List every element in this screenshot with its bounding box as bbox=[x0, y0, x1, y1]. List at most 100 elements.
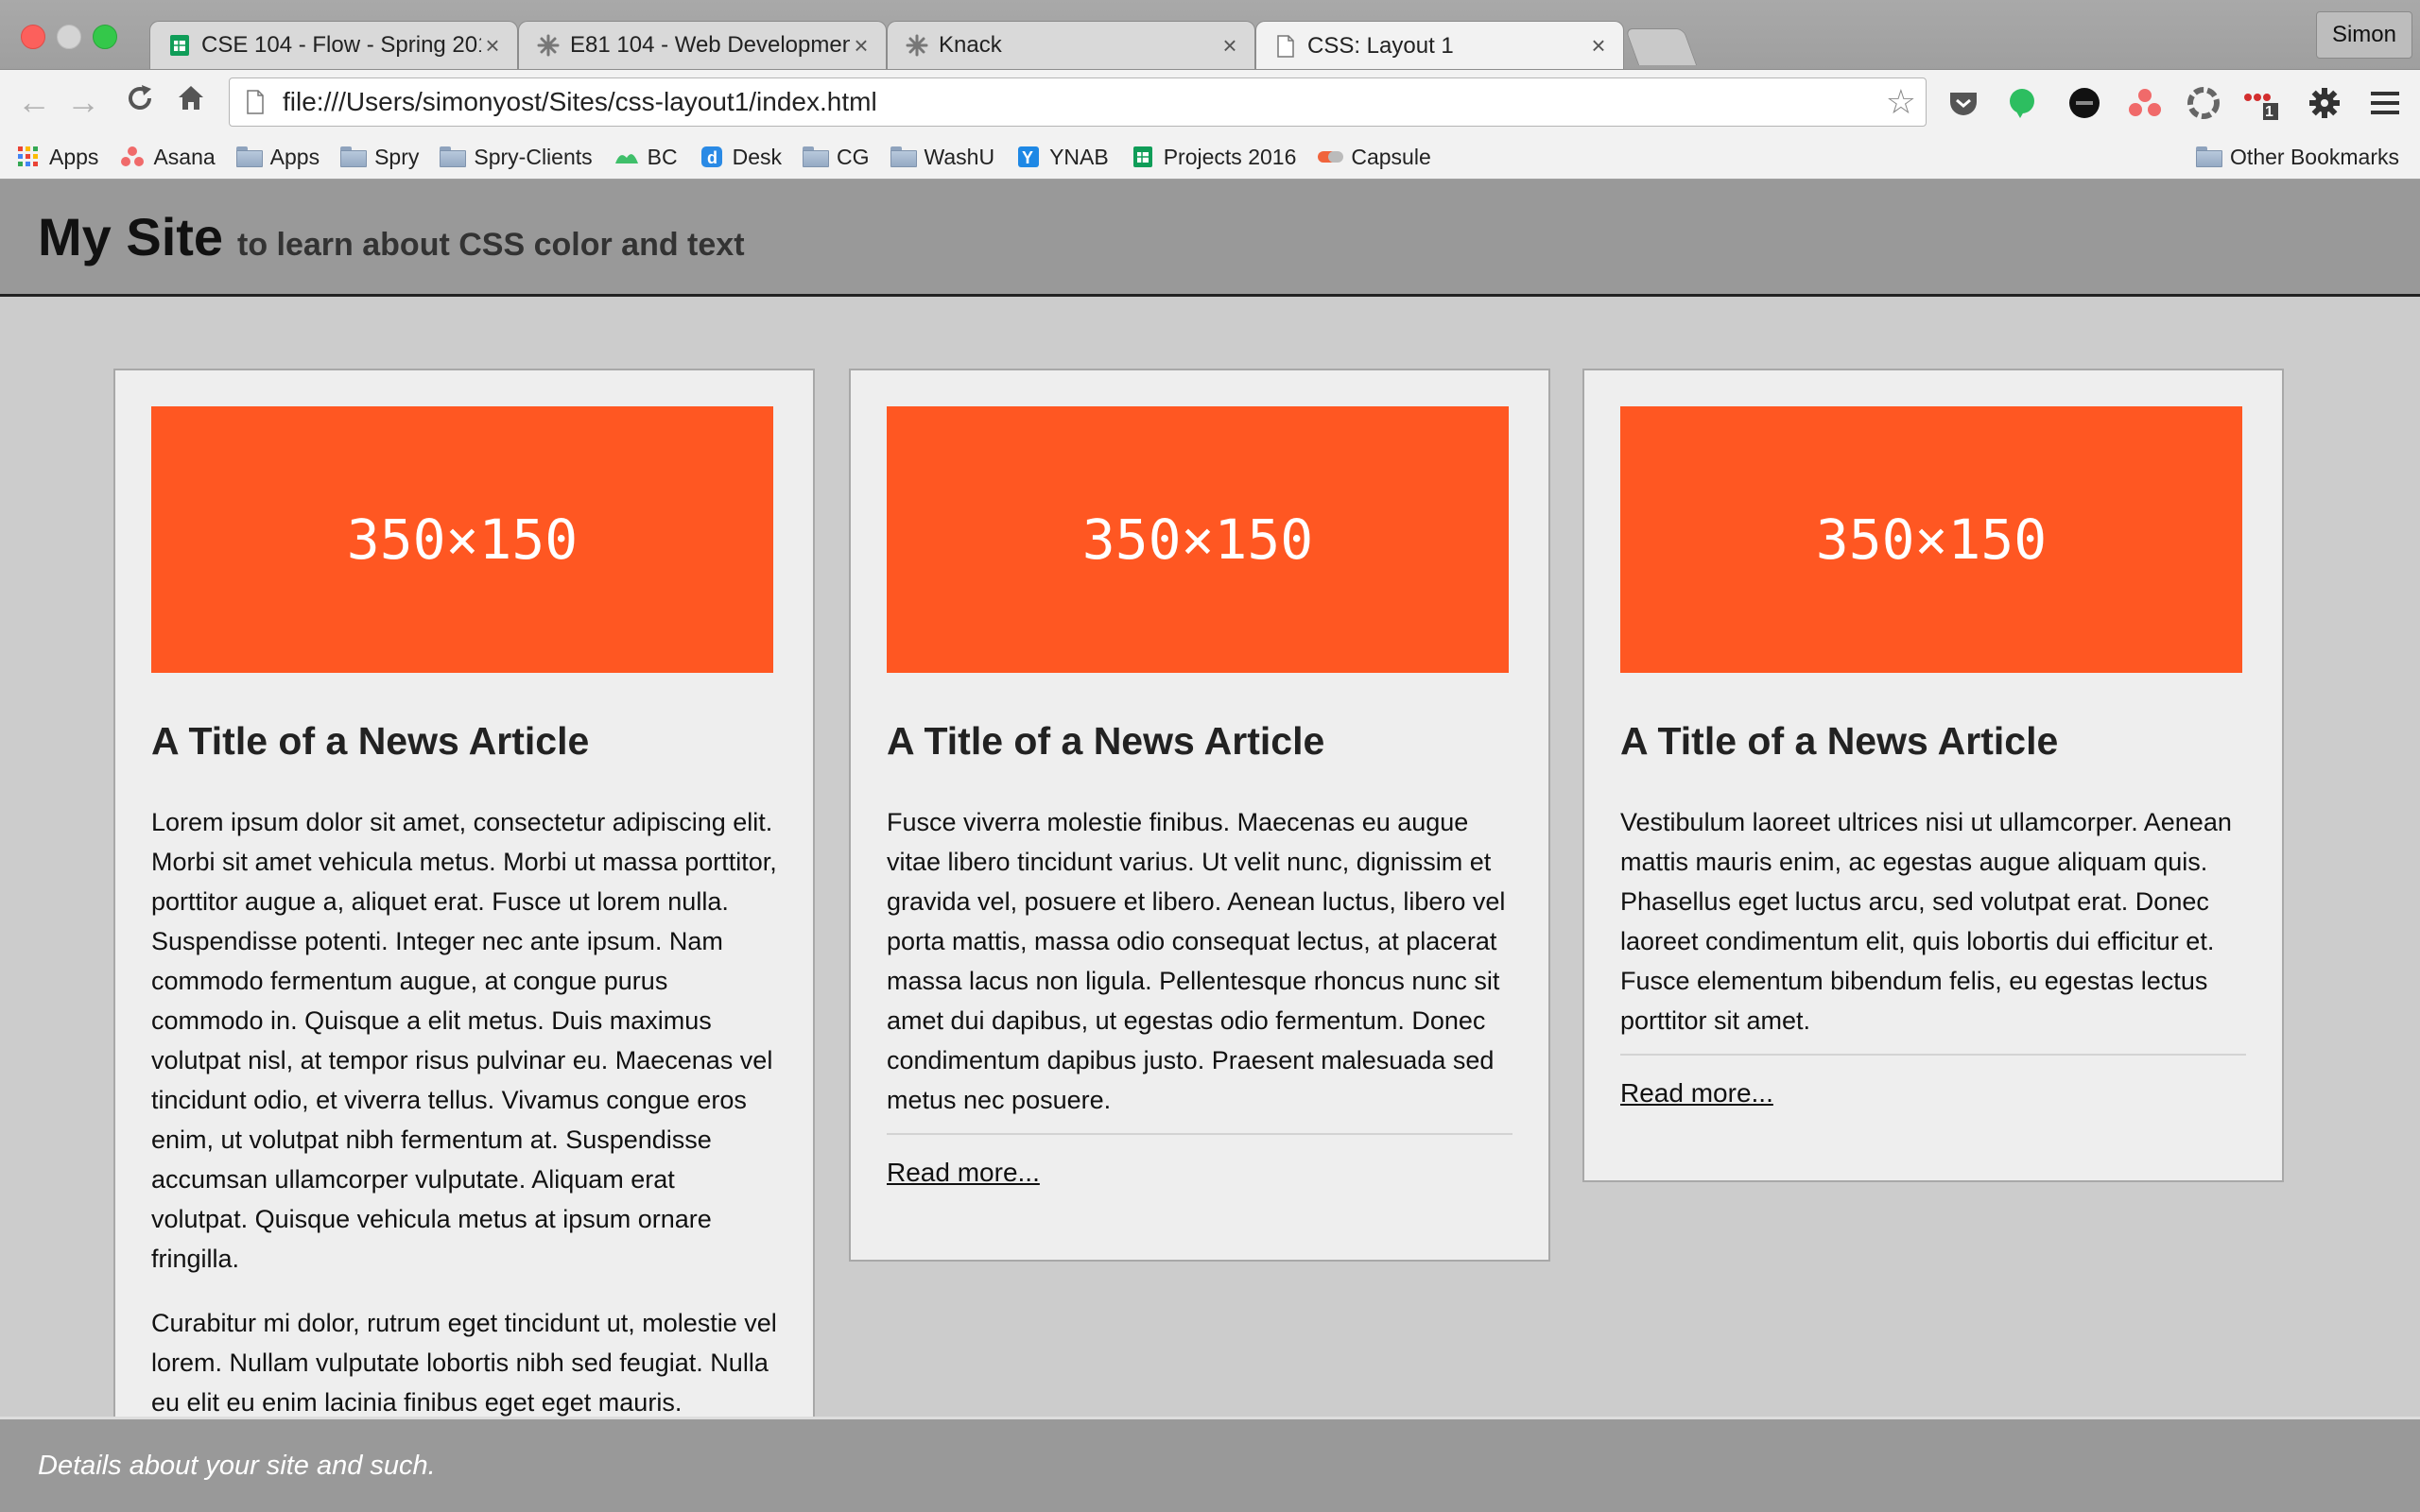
bookmark-asana[interactable]: Asana bbox=[119, 144, 216, 170]
home-icon[interactable] bbox=[172, 83, 210, 121]
read-more-link[interactable]: Read more... bbox=[887, 1158, 1040, 1188]
sheets-icon bbox=[167, 33, 192, 58]
address-bar[interactable]: ☆ bbox=[229, 77, 1927, 127]
article-title: A Title of a News Article bbox=[887, 719, 1325, 763]
article-card: 350×150 A Title of a News Article Fusce … bbox=[849, 369, 1550, 1263]
profile-button[interactable]: Simon bbox=[2315, 11, 2412, 59]
bookmarks-bar: Apps Asana Apps Spry Spry-Clients BC d D… bbox=[0, 135, 2420, 180]
page-icon bbox=[1273, 34, 1298, 59]
pocket-icon[interactable] bbox=[1945, 85, 1981, 121]
bookmark-folder-apps[interactable]: Apps bbox=[235, 144, 320, 170]
browser-tab[interactable]: CSE 104 - Flow - Spring 2016 × bbox=[149, 21, 518, 69]
bookmark-label: Spry bbox=[374, 144, 420, 169]
divider bbox=[1620, 1054, 2246, 1057]
article-paragraph: Vestibulum laoreet ultrices nisi ut ulla… bbox=[1620, 808, 2232, 1036]
bookmark-label: BC bbox=[647, 144, 678, 169]
bookmark-label: Spry-Clients bbox=[474, 144, 593, 169]
article-title: A Title of a News Article bbox=[151, 719, 590, 763]
site-tagline: to learn about CSS color and text bbox=[237, 227, 745, 263]
article-title: A Title of a News Article bbox=[1620, 719, 2059, 763]
window-minimize-button[interactable] bbox=[57, 25, 81, 49]
folder-icon bbox=[890, 146, 917, 168]
image-placeholder: 350×150 bbox=[1620, 406, 2242, 673]
aperture-icon[interactable] bbox=[2186, 85, 2221, 121]
browser-tab-active[interactable]: CSS: Layout 1 × bbox=[1255, 21, 1624, 70]
folder-icon bbox=[440, 146, 467, 168]
window-maximize-button[interactable] bbox=[93, 25, 117, 49]
read-more-link[interactable]: Read more... bbox=[1620, 1078, 1773, 1108]
basecamp-icon bbox=[614, 146, 640, 168]
article-paragraph: Fusce viverra molestie finibus. Maecenas… bbox=[887, 808, 1506, 1115]
browser-tab[interactable]: E81 104 - Web Development × bbox=[518, 21, 887, 69]
extension-logo-icon[interactable] bbox=[2066, 85, 2102, 121]
bookmark-folder-spry-clients[interactable]: Spry-Clients bbox=[440, 144, 593, 170]
tab-close-icon[interactable]: × bbox=[1219, 31, 1241, 60]
article-paragraph: Lorem ipsum dolor sit amet, consectetur … bbox=[151, 808, 777, 1274]
article-paragraph: Curabitur mi dolor, rutrum eget tincidun… bbox=[151, 1309, 777, 1417]
tab-close-icon[interactable]: × bbox=[481, 31, 504, 60]
divider bbox=[887, 1133, 1512, 1136]
bookmark-label: Asana bbox=[153, 144, 216, 169]
apps-grid-icon bbox=[15, 146, 42, 168]
knack-icon bbox=[536, 33, 561, 58]
bookmark-label: Apps bbox=[49, 144, 99, 169]
bookmark-ynab[interactable]: Y YNAB bbox=[1015, 145, 1109, 170]
browser-tab-strip: CSE 104 - Flow - Spring 2016 × E81 104 -… bbox=[0, 0, 2420, 70]
folder-icon bbox=[235, 146, 263, 168]
evernote-icon[interactable] bbox=[2004, 85, 2040, 121]
bookmark-label: YNAB bbox=[1049, 144, 1109, 169]
tab-title: CSS: Layout 1 bbox=[1307, 32, 1454, 59]
footer-text: Details about your site and such. bbox=[38, 1451, 436, 1481]
svg-text:Y: Y bbox=[1022, 148, 1033, 167]
site-footer: Details about your site and such. bbox=[0, 1417, 2420, 1512]
asana-icon[interactable] bbox=[2127, 85, 2163, 121]
folder-icon bbox=[803, 146, 830, 168]
page-icon bbox=[241, 90, 269, 114]
sheets-icon bbox=[1130, 146, 1156, 168]
bookmark-folder-spry[interactable]: Spry bbox=[340, 145, 419, 170]
svg-text:d: d bbox=[707, 148, 717, 167]
bookmark-label: Apps bbox=[269, 144, 320, 169]
image-placeholder: 350×150 bbox=[151, 406, 773, 673]
capsule-icon bbox=[1317, 146, 1344, 168]
bookmark-capsule[interactable]: Capsule bbox=[1317, 144, 1431, 170]
bookmark-label: Other Bookmarks bbox=[2230, 144, 2399, 169]
extension-badge: 1 bbox=[2265, 104, 2273, 120]
tab-title: Knack bbox=[939, 32, 1002, 58]
article-card: 350×150 A Title of a News Article Vestib… bbox=[1582, 369, 2284, 1183]
knack-icon bbox=[905, 33, 929, 58]
bookmark-desk[interactable]: d Desk bbox=[699, 145, 782, 170]
bookmark-label: CG bbox=[837, 144, 870, 169]
bookmark-bc[interactable]: BC bbox=[614, 145, 678, 170]
tab-close-icon[interactable]: × bbox=[1587, 31, 1610, 60]
forward-arrow-icon[interactable]: → bbox=[64, 83, 102, 121]
back-arrow-icon[interactable]: ← bbox=[15, 83, 53, 121]
bookmark-star-icon[interactable]: ☆ bbox=[1886, 82, 1916, 122]
tab-close-icon[interactable]: × bbox=[850, 31, 873, 60]
menu-icon[interactable] bbox=[2367, 85, 2403, 121]
site-header: My Site to learn about CSS color and tex… bbox=[0, 180, 2420, 297]
window-close-button[interactable] bbox=[21, 25, 45, 49]
bookmark-folder-cg[interactable]: CG bbox=[803, 145, 870, 170]
bookmark-projects-2016[interactable]: Projects 2016 bbox=[1130, 144, 1297, 170]
other-bookmarks[interactable]: Other Bookmarks bbox=[2196, 145, 2399, 170]
reload-icon[interactable] bbox=[121, 83, 159, 121]
folder-icon bbox=[340, 146, 368, 168]
site-title: My Site bbox=[38, 207, 224, 266]
bookmark-label: Projects 2016 bbox=[1163, 144, 1297, 169]
article-grid: 350×150 A Title of a News Article Lorem … bbox=[0, 297, 2420, 1417]
article-card: 350×150 A Title of a News Article Lorem … bbox=[113, 369, 815, 1417]
bookmark-label: Capsule bbox=[1351, 144, 1431, 169]
asana-icon bbox=[119, 146, 146, 168]
browser-tab[interactable]: Knack × bbox=[887, 21, 1255, 69]
new-tab-button[interactable] bbox=[1624, 28, 1698, 65]
folder-icon bbox=[2196, 146, 2223, 168]
gear-icon[interactable] bbox=[2307, 85, 2342, 121]
bookmark-label: Desk bbox=[732, 144, 783, 169]
tab-title: E81 104 - Web Development bbox=[570, 32, 850, 58]
extension-dots-icon[interactable]: 1 bbox=[2242, 85, 2278, 121]
bookmark-folder-washu[interactable]: WashU bbox=[890, 145, 994, 170]
bookmark-apps[interactable]: Apps bbox=[15, 145, 98, 170]
tab-title: CSE 104 - Flow - Spring 2016 bbox=[201, 32, 481, 58]
url-input[interactable] bbox=[281, 86, 1886, 118]
